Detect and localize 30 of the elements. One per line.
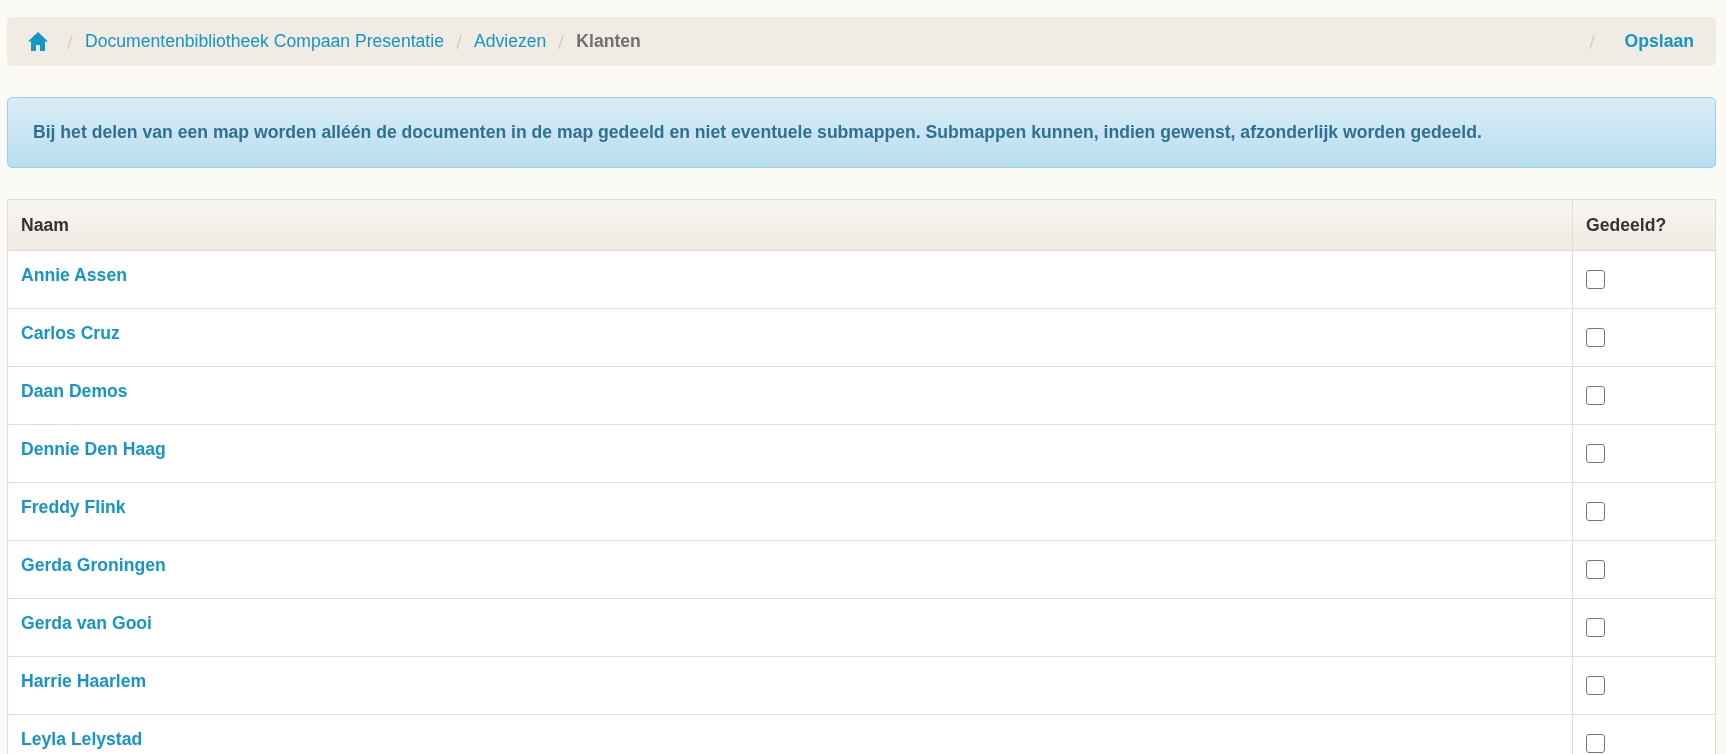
shared-checkbox[interactable] [1586,560,1605,579]
breadcrumb-separator [67,33,73,50]
client-name-link[interactable]: Gerda van Gooi [21,613,152,633]
shared-checkbox[interactable] [1586,328,1605,347]
client-name-link[interactable]: Annie Assen [21,265,127,285]
shared-checkbox[interactable] [1586,618,1605,637]
client-name-link[interactable]: Dennie Den Haag [21,439,166,459]
shared-checkbox[interactable] [1586,734,1605,753]
shared-checkbox[interactable] [1586,444,1605,463]
save-link[interactable]: Opslaan [1624,29,1694,54]
shared-checkbox[interactable] [1586,676,1605,695]
shared-checkbox[interactable] [1586,502,1605,521]
client-name-link[interactable]: Daan Demos [21,381,128,401]
breadcrumb-link[interactable]: Documentenbibliotheek Compaan Presentatie [85,29,444,54]
client-name-link[interactable]: Harrie Haarlem [21,671,147,691]
breadcrumb-separator [1588,33,1595,50]
home-icon[interactable] [28,32,48,51]
breadcrumb-current: Klanten [576,30,641,53]
column-header: Gedeeld? [1572,199,1716,251]
client-name-link[interactable]: Gerda Groningen [21,555,166,575]
client-name-link[interactable]: Freddy Flink [21,497,126,517]
column-header: Naam [7,199,1573,251]
shared-checkbox[interactable] [1586,270,1605,289]
info-alert: Bij het delen van een map worden alléén de documenten in de map gedeeld en niet eventuele submappen. Submappen kunnen, indien gewenst, afzonderlijk worden gedeeld. [7,97,1716,168]
breadcrumb-link[interactable]: Adviezen [473,29,547,54]
client-name-link[interactable]: Carlos Cruz [21,323,120,343]
breadcrumb-separator [455,33,462,50]
shared-checkbox[interactable] [1586,386,1605,405]
client-name-link[interactable]: Leyla Lelystad [21,729,143,749]
breadcrumb-separator [558,33,565,50]
